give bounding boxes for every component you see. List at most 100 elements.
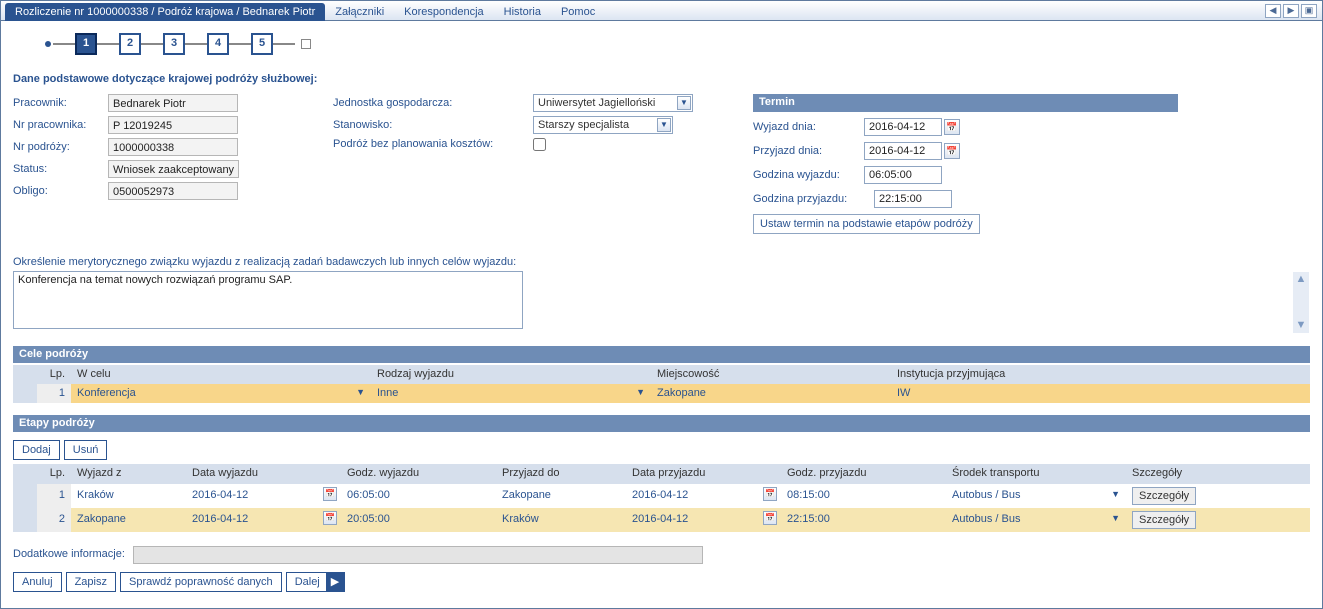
wizard-step-2[interactable]: 2 [119,33,141,55]
value-dodatkowe-informacje [133,546,703,564]
table-cele: Lp. W celu Rodzaj wyjazdu Miejscowość In… [13,365,1310,403]
sprawdz-button[interactable]: Sprawdź poprawność danych [120,572,282,592]
value-nr-podrozy: 1000000338 [108,138,238,156]
wizard-step-1[interactable]: 1 [75,33,97,55]
panel-header-etapy: Etapy podróży [13,415,1310,432]
calendar-icon[interactable]: 📅 [944,143,960,159]
scroll-up-icon[interactable]: ▲ [1294,272,1308,286]
label-bez-planowania: Podróż bez planowania kosztów: [333,138,533,151]
cell-data-przyjazdu[interactable]: 2016-04-12📅 [626,484,781,508]
cell-lp: 1 [37,384,71,403]
value-pracownik: Bednarek Piotr [108,94,238,112]
cell-godz-wyjazdu[interactable]: 20:05:00 [341,508,496,532]
col-godz-przyjazdu: Godz. przyjazdu [781,464,946,483]
cell-data-wyjazdu[interactable]: 2016-04-12📅 [186,508,341,532]
cell-wyjazd-z[interactable]: Kraków [71,484,186,508]
cell-miejscowosc[interactable]: Zakopane [651,384,891,403]
tab-nav-left-icon[interactable]: ◀ [1265,4,1281,18]
dalej-button[interactable]: Dalej▶ [286,572,346,592]
wizard-step-5[interactable]: 5 [251,33,273,55]
calendar-icon[interactable]: 📅 [763,487,777,501]
select-jednostka[interactable]: Uniwersytet Jagielloński ▼ [533,94,693,112]
label-nr-podrozy: Nr podróży: [13,141,108,154]
wizard-step-3[interactable]: 3 [163,33,185,55]
tab-nav-right-icon[interactable]: ▶ [1283,4,1299,18]
szczegoly-button[interactable]: Szczegóły [1132,511,1196,529]
tab-main[interactable]: Rozliczenie nr 1000000338 / Podróż krajo… [5,3,325,21]
select-stanowisko-value: Starszy specjalista [538,119,629,132]
calendar-icon[interactable]: 📅 [763,511,777,525]
cell-godz-przyjazdu[interactable]: 22:15:00 [781,508,946,532]
input-godzina-wyjazdu[interactable]: 06:05:00 [864,166,942,184]
cell-rodzaj[interactable]: Inne▼ [371,384,651,403]
col-lp: Lp. [37,464,71,483]
chevron-down-icon: ▼ [1111,489,1120,500]
tab-attachments[interactable]: Załączniki [325,3,394,21]
input-wyjazd-dnia[interactable]: 2016-04-12 [864,118,942,136]
label-wyjazd-dnia: Wyjazd dnia: [753,121,858,134]
wizard-step-4[interactable]: 4 [207,33,229,55]
chevron-down-icon: ▼ [636,387,645,398]
wizard-end-icon [301,39,311,49]
cell-wcelu[interactable]: Konferencja▼ [71,384,371,403]
value-obligo: 0500052973 [108,182,238,200]
cell-srodek[interactable]: Autobus / Bus▼ [946,484,1126,508]
cell-przyjazd-do[interactable]: Kraków [496,508,626,532]
chevron-down-icon: ▼ [657,118,671,132]
input-godzina-przyjazdu[interactable]: 22:15:00 [874,190,952,208]
dodaj-button[interactable]: Dodaj [13,440,60,460]
szczegoly-button[interactable]: Szczegóły [1132,487,1196,505]
tab-correspondence[interactable]: Korespondencja [394,3,494,21]
cell-srodek[interactable]: Autobus / Bus▼ [946,508,1126,532]
select-stanowisko[interactable]: Starszy specjalista ▼ [533,116,673,134]
table-row[interactable]: 2 Zakopane 2016-04-12📅 20:05:00 Kraków 2… [13,508,1310,532]
col-godz-wyjazdu: Godz. wyjazdu [341,464,496,483]
label-pracownik: Pracownik: [13,97,108,110]
col-data-wyjazdu: Data wyjazdu [186,464,341,483]
row-selector[interactable] [13,508,37,532]
arrow-right-icon: ▶ [326,573,344,591]
scroll-down-icon[interactable]: ▼ [1294,319,1308,333]
row-selector[interactable] [13,484,37,508]
col-data-przyjazdu: Data przyjazdu [626,464,781,483]
cell-instytucja[interactable]: IW [891,384,1310,403]
col-miejscowosc: Miejscowość [651,365,891,384]
textarea-okreslenie[interactable] [13,271,523,329]
tab-history[interactable]: Historia [494,3,551,21]
tab-help[interactable]: Pomoc [551,3,605,21]
col-wyjazd-z: Wyjazd z [71,464,186,483]
cell-przyjazd-do[interactable]: Zakopane [496,484,626,508]
ustaw-termin-button[interactable]: Ustaw termin na podstawie etapów podróży [753,214,980,234]
anuluj-button[interactable]: Anuluj [13,572,62,592]
wizard-start-dot [45,41,51,47]
chevron-down-icon: ▼ [677,96,691,110]
label-jednostka: Jednostka gospodarcza: [333,97,533,110]
table-row[interactable]: 1 Kraków 2016-04-12📅 06:05:00 Zakopane 2… [13,484,1310,508]
calendar-icon[interactable]: 📅 [323,511,337,525]
calendar-icon[interactable]: 📅 [944,119,960,135]
panel-header-cele: Cele podróży [13,346,1310,363]
usun-button[interactable]: Usuń [64,440,108,460]
table-row[interactable]: 1 Konferencja▼ Inne▼ Zakopane IW [13,384,1310,403]
col-przyjazd-do: Przyjazd do [496,464,626,483]
chevron-down-icon: ▼ [1111,513,1120,524]
cell-wyjazd-z[interactable]: Zakopane [71,508,186,532]
label-godzina-wyjazdu: Godzina wyjazdu: [753,169,858,182]
col-srodek: Środek transportu [946,464,1126,483]
section-title: Dane podstawowe dotyczące krajowej podró… [13,73,1310,86]
cell-data-wyjazdu[interactable]: 2016-04-12📅 [186,484,341,508]
checkbox-bez-planowania[interactable] [533,138,546,151]
zapisz-button[interactable]: Zapisz [66,572,116,592]
tab-nav-max-icon[interactable]: ▣ [1301,4,1317,18]
input-przyjazd-dnia[interactable]: 2016-04-12 [864,142,942,160]
row-selector[interactable] [13,384,37,403]
cell-godz-przyjazdu[interactable]: 08:15:00 [781,484,946,508]
value-status: Wniosek zaakceptowany [108,160,239,178]
cell-lp: 1 [37,484,71,508]
cell-data-przyjazdu[interactable]: 2016-04-12📅 [626,508,781,532]
cell-lp: 2 [37,508,71,532]
calendar-icon[interactable]: 📅 [323,487,337,501]
cell-godz-wyjazdu[interactable]: 06:05:00 [341,484,496,508]
col-rodzaj: Rodzaj wyjazdu [371,365,651,384]
label-status: Status: [13,163,108,176]
